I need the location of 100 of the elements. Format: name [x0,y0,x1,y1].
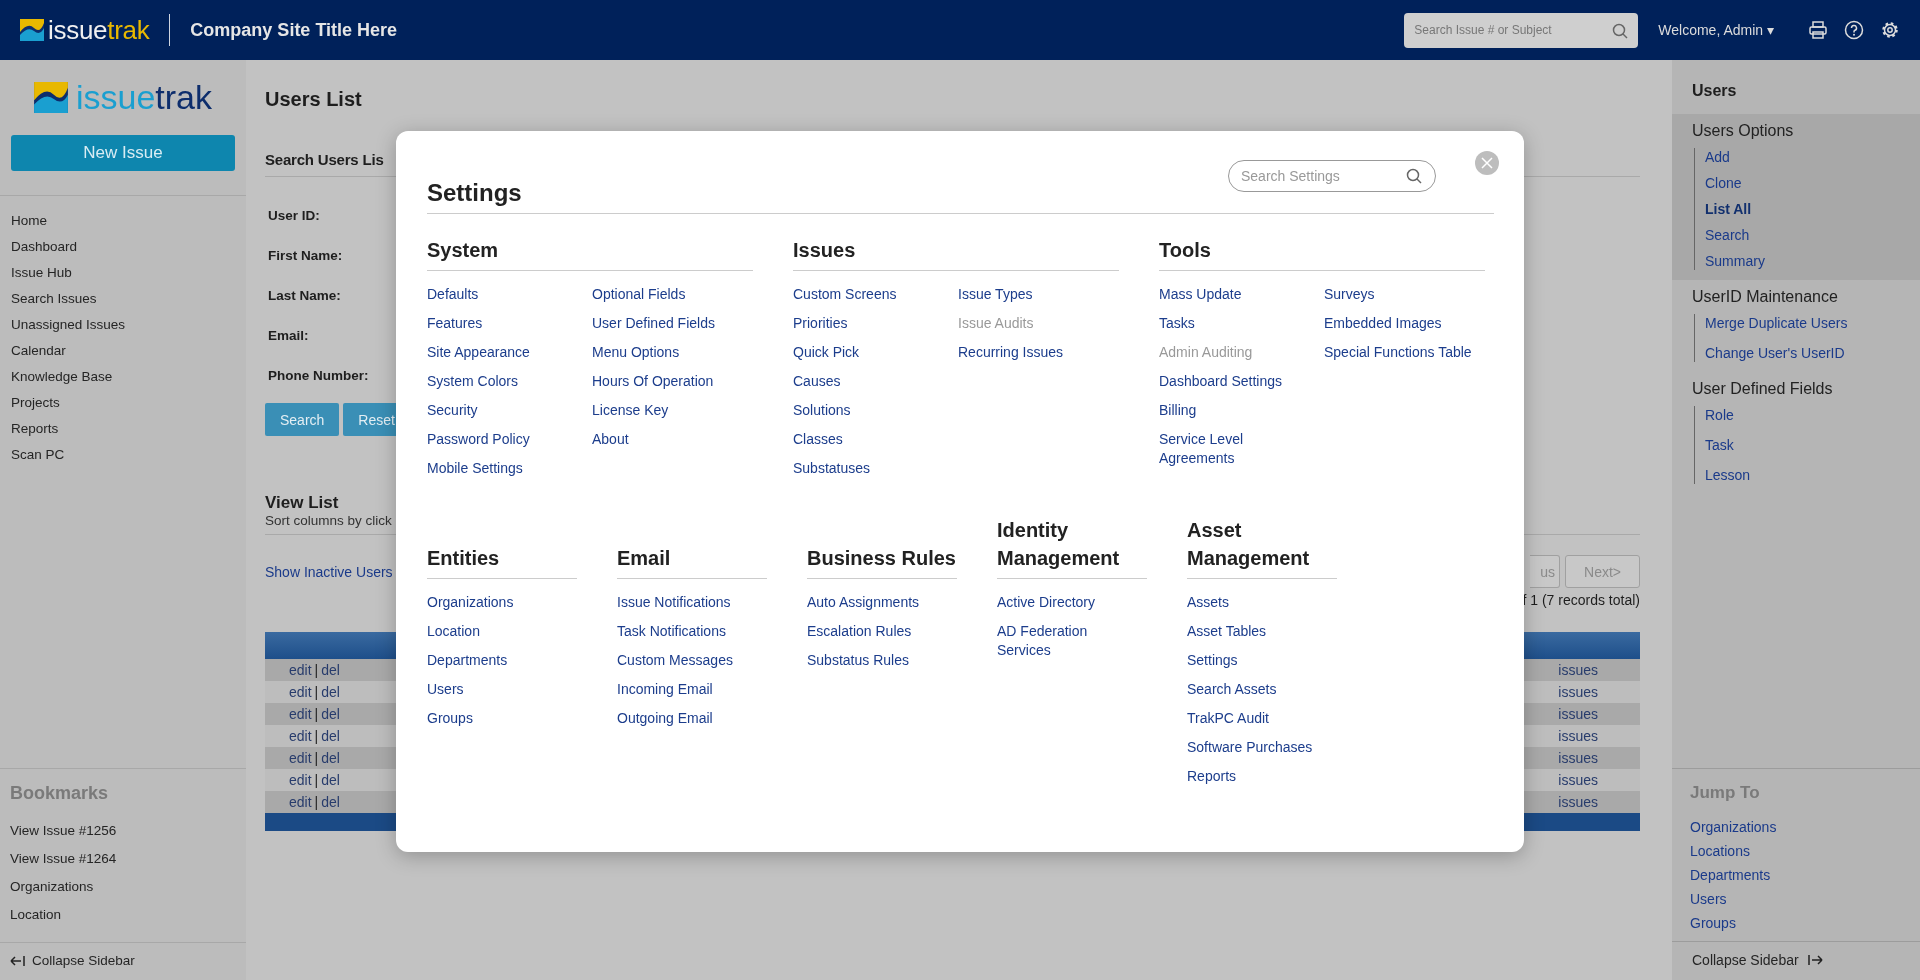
logo-text[interactable]: issuetrak [48,14,150,46]
settings-link[interactable]: Assets [1187,593,1229,612]
edit-link[interactable]: edit [289,684,312,700]
settings-link[interactable]: Features [427,314,483,333]
settings-link[interactable]: Password Policy [427,430,530,449]
nav-link[interactable]: Dashboard [11,238,78,256]
edit-link[interactable]: edit [289,794,312,810]
settings-link[interactable]: Menu Options [592,343,680,362]
issues-link[interactable]: issues [1558,750,1598,766]
settings-link[interactable]: Dashboard Settings [1159,372,1282,391]
edit-link[interactable]: edit [289,728,312,744]
settings-link[interactable]: Causes [793,372,841,391]
settings-link[interactable]: Tasks [1159,314,1195,333]
settings-link[interactable]: Location [427,622,480,641]
issues-link[interactable]: issues [1558,728,1598,744]
logo-text[interactable]: issuetrak [75,78,213,117]
settings-link[interactable]: Substatus Rules [807,651,909,670]
edit-link[interactable]: edit [289,772,312,788]
issues-link[interactable]: issues [1558,772,1598,788]
settings-link[interactable]: Quick Pick [793,343,860,362]
settings-link[interactable]: Settings [1187,651,1238,670]
nav-link[interactable]: Search Issues [11,290,97,308]
settings-link[interactable]: Billing [1159,401,1197,420]
settings-link[interactable]: Defaults [427,285,479,304]
nav-link[interactable]: Calendar [11,342,66,360]
collapse-sidebar-link[interactable]: Collapse Sidebar [10,953,135,968]
bookmark-link[interactable]: Location [10,906,62,924]
settings-link[interactable]: License Key [592,401,669,420]
settings-link[interactable]: Priorities [793,314,848,333]
settings-link[interactable]: Incoming Email [617,680,713,699]
logo-icon[interactable] [33,82,68,113]
issues-link[interactable]: issues [1558,794,1598,810]
jump-link[interactable]: Users [1690,891,1727,907]
sidebar-link[interactable]: Clone [1705,174,1742,192]
settings-link[interactable]: Departments [427,651,508,670]
settings-link[interactable]: Substatuses [793,459,871,478]
nav-link[interactable]: Scan PC [11,446,65,464]
sidebar-link[interactable]: List All [1705,200,1752,218]
nav-link[interactable]: Home [11,212,47,230]
settings-link[interactable]: TrakPC Audit [1187,709,1269,728]
issues-link[interactable]: issues [1558,684,1598,700]
search-field[interactable]: Search Settings [1228,160,1436,192]
sidebar-link[interactable]: Task [1705,436,1734,454]
settings-link[interactable]: Organizations [427,593,514,612]
sidebar-link[interactable]: Search [1705,226,1750,244]
settings-link[interactable]: Surveys [1324,285,1375,304]
settings-link[interactable]: AD Federation Services [997,622,1129,660]
edit-link[interactable]: edit [289,706,312,722]
delete-link[interactable]: del [321,684,340,700]
settings-link[interactable]: Asset Tables [1187,622,1267,641]
search-icon[interactable] [1406,168,1422,184]
settings-link[interactable]: Groups [427,709,473,728]
delete-link[interactable]: del [321,706,340,722]
settings-link[interactable]: Issue Types [958,285,1033,304]
issues-link[interactable]: issues [1558,706,1598,722]
settings-link[interactable]: Special Functions Table [1324,343,1472,362]
sidebar-link[interactable]: Lesson [1705,466,1751,484]
settings-link[interactable]: Custom Messages [617,651,733,670]
delete-link[interactable]: del [321,750,340,766]
search-icon[interactable] [1612,22,1629,39]
settings-link[interactable]: Active Directory [997,593,1096,612]
settings-link[interactable]: Embedded Images [1324,314,1442,333]
sidebar-link[interactable]: Summary [1705,252,1765,270]
settings-link[interactable]: System Colors [427,372,519,391]
nav-link[interactable]: Knowledge Base [11,368,113,386]
jump-link[interactable]: Organizations [1690,819,1777,835]
welcome-menu[interactable]: Welcome, Admin ▾ [1658,22,1774,38]
collapse-sidebar-link[interactable]: Collapse Sidebar [1692,952,1823,968]
settings-link[interactable]: Software Purchases [1187,738,1313,757]
settings-link[interactable]: Mobile Settings [427,459,523,478]
logo-icon[interactable] [20,19,44,41]
search-field[interactable]: Search Issue # or Subject [1404,12,1639,48]
jump-link[interactable]: Groups [1690,915,1736,931]
settings-link[interactable]: User Defined Fields [592,314,715,333]
settings-link[interactable]: Issue Notifications [617,593,731,612]
delete-link[interactable]: del [321,794,340,810]
settings-link[interactable]: Auto Assignments [807,593,920,612]
nav-link[interactable]: Projects [11,394,60,412]
nav-link[interactable]: Reports [11,420,59,438]
settings-link[interactable]: Escalation Rules [807,622,912,641]
settings-icon[interactable] [1880,20,1900,40]
edit-link[interactable]: edit [289,662,312,678]
issues-link[interactable]: issues [1558,662,1598,678]
bookmark-link[interactable]: View Issue #1264 [10,850,117,868]
settings-link[interactable]: Recurring Issues [958,343,1064,362]
settings-link[interactable]: Hours Of Operation [592,372,714,391]
bookmark-link[interactable]: View Issue #1256 [10,822,117,840]
delete-link[interactable]: del [321,662,340,678]
settings-link[interactable]: Classes [793,430,843,449]
settings-link[interactable]: Solutions [793,401,851,420]
settings-link[interactable]: Optional Fields [592,285,686,304]
settings-link[interactable]: Reports [1187,767,1237,786]
nav-link[interactable]: Issue Hub [11,264,72,282]
jump-link[interactable]: Departments [1690,867,1771,883]
delete-link[interactable]: del [321,728,340,744]
sidebar-link[interactable]: Merge Duplicate Users [1705,314,1848,332]
settings-link[interactable]: Security [427,401,478,420]
printer-icon[interactable] [1808,20,1828,40]
help-icon[interactable] [1844,20,1864,40]
sidebar-link[interactable]: Role [1705,406,1734,424]
